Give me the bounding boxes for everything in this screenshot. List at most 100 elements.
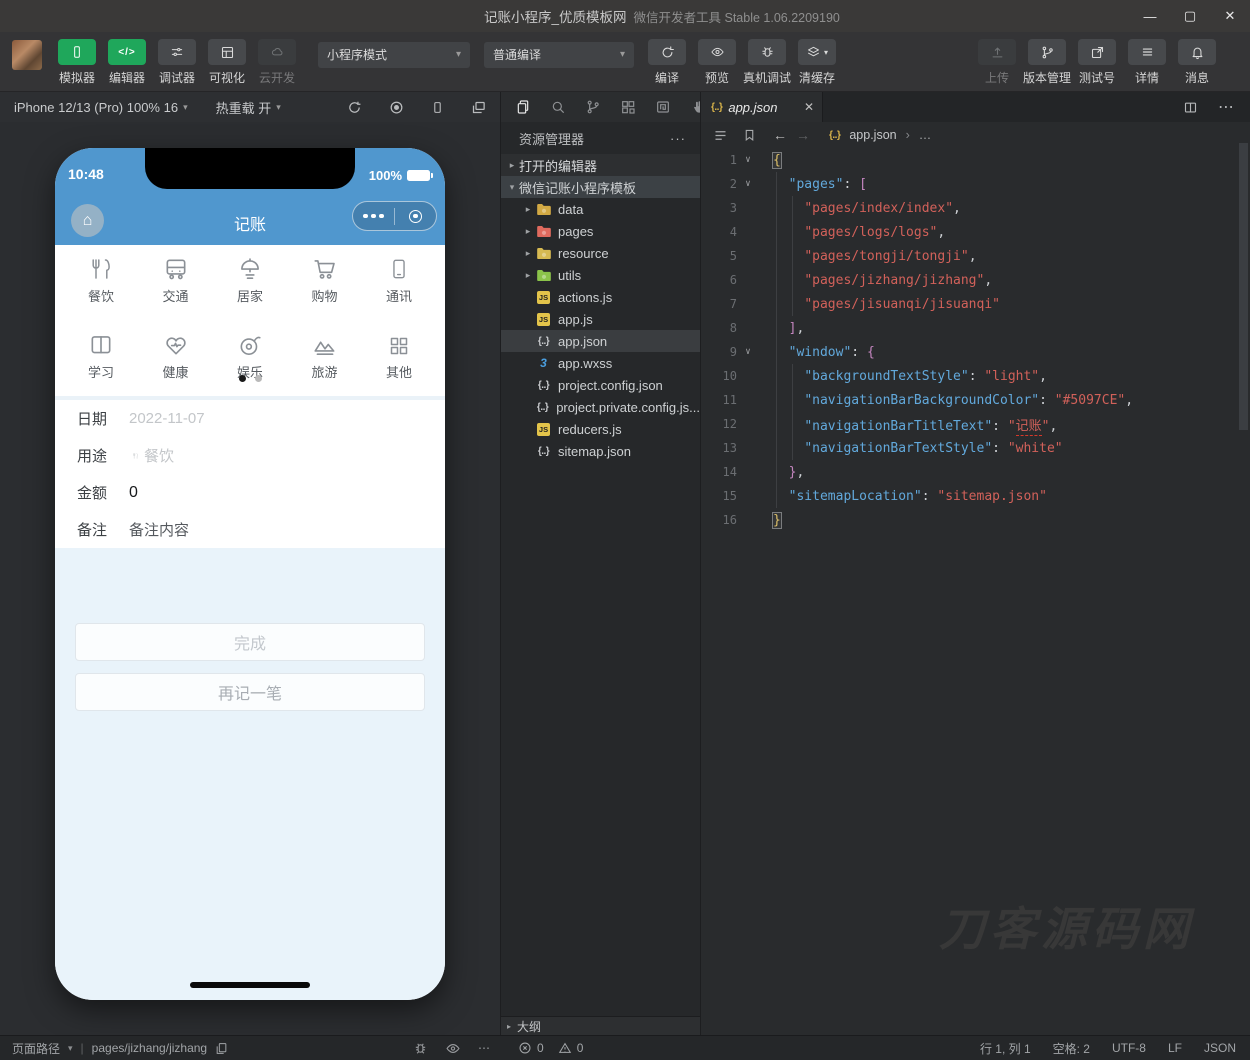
page-path-label[interactable]: 页面路径 — [12, 1040, 60, 1057]
close-tab-icon[interactable]: ✕ — [804, 100, 814, 114]
search-icon[interactable] — [550, 99, 566, 115]
nav-back-icon[interactable]: ← — [773, 127, 787, 143]
outline-section[interactable]: ▸ 大纲 — [501, 1016, 700, 1035]
file-reducers.js[interactable]: JS reducers.js — [501, 418, 700, 440]
git-branch-icon[interactable] — [585, 99, 601, 115]
tab-app-json[interactable]: {..} app.json ✕ — [701, 92, 823, 122]
more-actions-icon[interactable]: ··· — [670, 131, 686, 146]
file-project.config.json[interactable]: {..} project.config.json — [501, 374, 700, 396]
more-actions-icon[interactable]: ⋯ — [478, 1041, 490, 1055]
mode-select[interactable]: 小程序模式 ▾ — [318, 41, 470, 68]
category-通讯[interactable]: 通讯 — [367, 254, 431, 305]
split-editor-icon[interactable] — [1183, 100, 1198, 115]
file-app.js[interactable]: JS app.js — [501, 308, 700, 330]
add-another-button[interactable]: 再记一笔 — [75, 673, 425, 711]
fold-chevron-icon[interactable]: ∨ — [737, 179, 759, 189]
file-sitemap.json[interactable]: {..} sitemap.json — [501, 440, 700, 462]
category-居家[interactable]: 居家 — [218, 254, 282, 305]
view-模拟器-button[interactable]: 模拟器 — [52, 39, 102, 86]
breadcrumb-file[interactable]: app.json — [849, 128, 896, 142]
npm-panel-icon[interactable] — [655, 99, 671, 115]
file-app.wxss[interactable]: 3 app.wxss — [501, 352, 700, 374]
avatar[interactable] — [12, 39, 42, 70]
extensions-icon[interactable] — [620, 99, 636, 115]
code-line-5[interactable]: 5 "pages/tongji/tongji", — [701, 244, 1250, 268]
multi-window-icon[interactable] — [471, 100, 486, 115]
exit-target-icon[interactable] — [395, 209, 436, 223]
category-其他[interactable]: 其他 — [367, 330, 431, 381]
code-line-16[interactable]: 16} — [701, 508, 1250, 532]
eol-setting[interactable]: LF — [1168, 1041, 1182, 1055]
minimize-icon[interactable]: — — [1130, 0, 1170, 32]
action-详情-button[interactable]: 详情 — [1122, 39, 1172, 86]
code-line-4[interactable]: 4 "pages/logs/logs", — [701, 220, 1250, 244]
folder-resource[interactable]: ▸ resource — [501, 242, 700, 264]
folder-data[interactable]: ▸ data — [501, 198, 700, 220]
category-交通[interactable]: 交通 — [144, 254, 208, 305]
file-actions.js[interactable]: JS actions.js — [501, 286, 700, 308]
view-编辑器-button[interactable]: </> 编辑器 — [102, 39, 152, 86]
editor-scrollbar[interactable] — [1239, 143, 1248, 430]
record-icon[interactable] — [389, 100, 404, 115]
device-select[interactable]: iPhone 12/13 (Pro) 100% 16 ▾ — [14, 100, 188, 115]
eye-icon[interactable] — [445, 1041, 461, 1056]
compile-select[interactable]: 普通编译 ▾ — [484, 41, 634, 68]
action-版本管理-button[interactable]: 版本管理 — [1022, 39, 1072, 86]
action-测试号-button[interactable]: 测试号 — [1072, 39, 1122, 86]
close-icon[interactable]: ✕ — [1210, 0, 1250, 32]
file-app.json[interactable]: {..} app.json — [501, 330, 700, 352]
files-icon[interactable] — [515, 99, 531, 115]
code-line-2[interactable]: 2 ∨ "pages": [ — [701, 172, 1250, 196]
copy-icon[interactable] — [215, 1042, 228, 1055]
form-row-备注[interactable]: 备注 备注内容 — [55, 511, 445, 548]
code-line-6[interactable]: 6 "pages/jizhang/jizhang", — [701, 268, 1250, 292]
code-line-12[interactable]: 12 "navigationBarTitleText": "记账", — [701, 412, 1250, 436]
bookmark-icon[interactable] — [743, 128, 756, 142]
home-indicator[interactable] — [190, 981, 310, 988]
hot-reload-toggle[interactable]: 热重载 开 ▾ — [216, 98, 281, 117]
category-健康[interactable]: 健康 — [144, 330, 208, 381]
bug-icon[interactable] — [413, 1041, 428, 1056]
folder-utils[interactable]: ▸ utils — [501, 264, 700, 286]
folder-pages[interactable]: ▸ pages — [501, 220, 700, 242]
code-line-11[interactable]: 11 "navigationBarBackgroundColor": "#509… — [701, 388, 1250, 412]
action-消息-button[interactable]: 消息 — [1172, 39, 1222, 86]
encoding[interactable]: UTF-8 — [1112, 1041, 1146, 1055]
section-project-root[interactable]: ▾ 微信记账小程序模板 — [501, 176, 700, 198]
action-编译-button[interactable]: 编译 — [642, 39, 692, 86]
code-line-9[interactable]: 9 ∨ "window": { — [701, 340, 1250, 364]
category-娱乐[interactable]: 娱乐 — [218, 330, 282, 381]
code-line-15[interactable]: 15 "sitemapLocation": "sitemap.json" — [701, 484, 1250, 508]
section-open-editors[interactable]: ▸ 打开的编辑器 — [501, 154, 700, 176]
done-button[interactable]: 完成 — [75, 623, 425, 661]
code-line-7[interactable]: 7 "pages/jisuanqi/jisuanqi" — [701, 292, 1250, 316]
file-project.private.config.js...[interactable]: {..} project.private.config.js... — [501, 396, 700, 418]
code-line-8[interactable]: 8 ], — [701, 316, 1250, 340]
outline-list-icon[interactable] — [713, 128, 728, 143]
category-学习[interactable]: 学习 — [69, 330, 133, 381]
code-line-13[interactable]: 13 "navigationBarTextStyle": "white" — [701, 436, 1250, 460]
action-真机调试-button[interactable]: 真机调试 — [742, 39, 792, 86]
cursor-position[interactable]: 行 1, 列 1 — [980, 1040, 1031, 1057]
maximize-icon[interactable]: ▢ — [1170, 0, 1210, 32]
view-可视化-button[interactable]: 可视化 — [202, 39, 252, 86]
action-清缓存-button[interactable]: ▾ 清缓存 — [792, 39, 842, 86]
code-line-3[interactable]: 3 "pages/index/index", — [701, 196, 1250, 220]
category-旅游[interactable]: 旅游 — [293, 330, 357, 381]
language-mode[interactable]: JSON — [1204, 1041, 1236, 1055]
problems-summary[interactable]: 0 0 — [500, 1036, 700, 1060]
breadcrumb-more[interactable]: … — [919, 128, 932, 142]
category-购物[interactable]: 购物 — [293, 254, 357, 305]
code-area[interactable]: 1 ∨{2 ∨ "pages": [3 "pages/index/index", 4 … — [701, 148, 1250, 1035]
code-line-1[interactable]: 1 ∨ { — [701, 148, 1250, 172]
indent-setting[interactable]: 空格: 2 — [1053, 1040, 1090, 1057]
code-line-10[interactable]: 10 "backgroundTextStyle": "light", — [701, 364, 1250, 388]
form-row-日期[interactable]: 日期 2022-11-07 — [55, 400, 445, 437]
view-调试器-button[interactable]: 调试器 — [152, 39, 202, 86]
category-餐饮[interactable]: 餐饮 — [69, 254, 133, 305]
action-预览-button[interactable]: 预览 — [692, 39, 742, 86]
fold-chevron-icon[interactable]: ∨ — [737, 155, 759, 165]
device-frame-icon[interactable] — [431, 100, 444, 115]
form-row-用途[interactable]: 用途 餐饮 — [55, 437, 445, 474]
code-line-14[interactable]: 14 }, — [701, 460, 1250, 484]
